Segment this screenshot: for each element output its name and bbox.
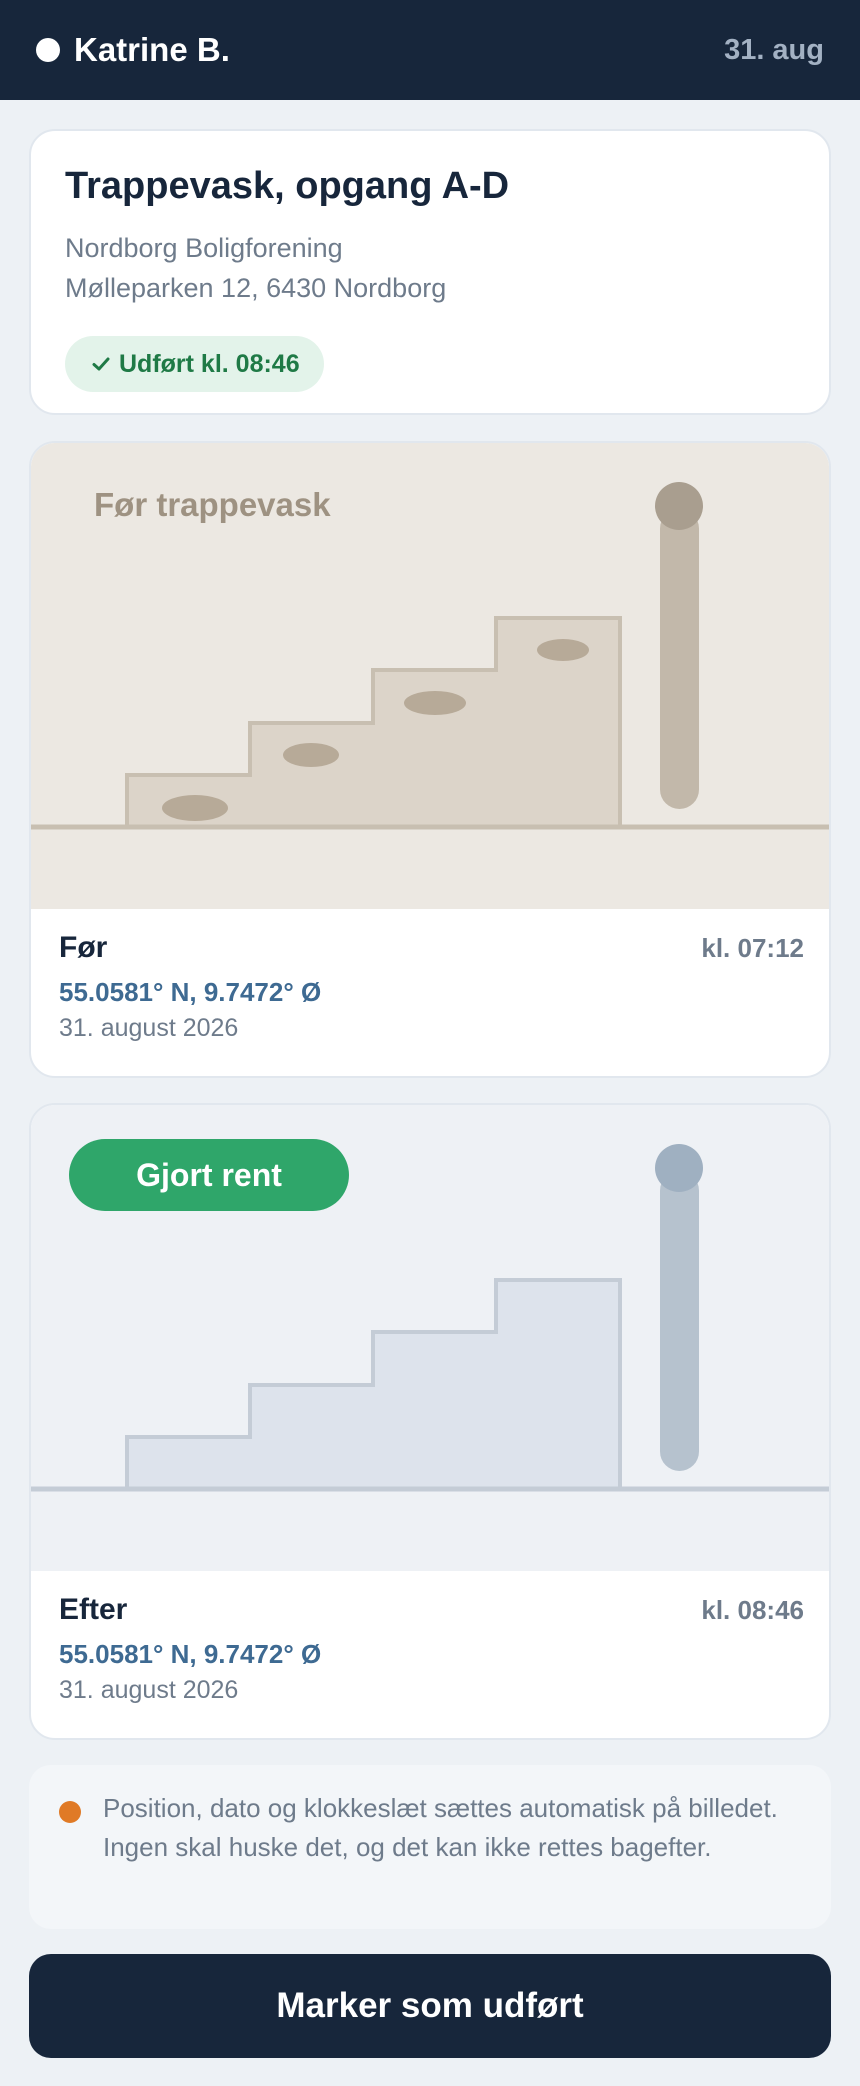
user-info: Katrine B. [36, 31, 230, 69]
info-dot-icon [59, 1801, 81, 1823]
photo-card-after: Gjort rent Efter kl. 08:46 55.0581° N, 9… [29, 1103, 831, 1740]
before-time: kl. 07:12 [701, 933, 804, 963]
user-name: Katrine B. [74, 31, 230, 68]
before-coords: 55.0581° N, 9.7472° Ø [59, 977, 322, 1007]
job-organization: Nordborg Boligforening [65, 233, 343, 263]
info-note: Position, dato og klokkeslæt sættes auto… [29, 1765, 831, 1929]
before-label: Før [59, 931, 108, 964]
photo-card-before: Før trappevask Før kl. 07:12 55.0581° N,… [29, 441, 831, 1078]
header-date: 31. aug [724, 33, 824, 66]
before-photo-label: Før trappevask [94, 486, 331, 523]
check-icon [92, 357, 110, 371]
job-address: Mølleparken 12, 6430 Nordborg [65, 273, 447, 303]
top-bar: Katrine B. 31. aug [0, 0, 860, 100]
clean-badge: Gjort rent [69, 1139, 349, 1211]
status-text: Udført kl. 08:46 [119, 349, 300, 378]
status-badge: Udført kl. 08:46 [65, 336, 324, 392]
before-date: 31. august 2026 [59, 1014, 239, 1042]
after-coords: 55.0581° N, 9.7472° Ø [59, 1639, 322, 1669]
before-photo[interactable]: Før trappevask [31, 443, 829, 909]
mark-done-button[interactable]: Marker som udført [29, 1954, 831, 2058]
job-card: Trappevask, opgang A-D Nordborg Boligfor… [29, 129, 831, 415]
after-time: kl. 08:46 [701, 1595, 804, 1625]
after-meta: Efter kl. 08:46 55.0581° N, 9.7472° Ø 31… [59, 1593, 804, 1705]
before-meta: Før kl. 07:12 55.0581° N, 9.7472° Ø 31. … [59, 931, 804, 1043]
after-label: Efter [59, 1593, 128, 1626]
after-date: 31. august 2026 [59, 1676, 239, 1704]
user-status-dot [36, 38, 60, 62]
after-photo[interactable]: Gjort rent [31, 1105, 829, 1571]
job-title: Trappevask, opgang A-D [65, 165, 510, 207]
info-text: Position, dato og klokkeslæt sættes auto… [103, 1793, 778, 1862]
